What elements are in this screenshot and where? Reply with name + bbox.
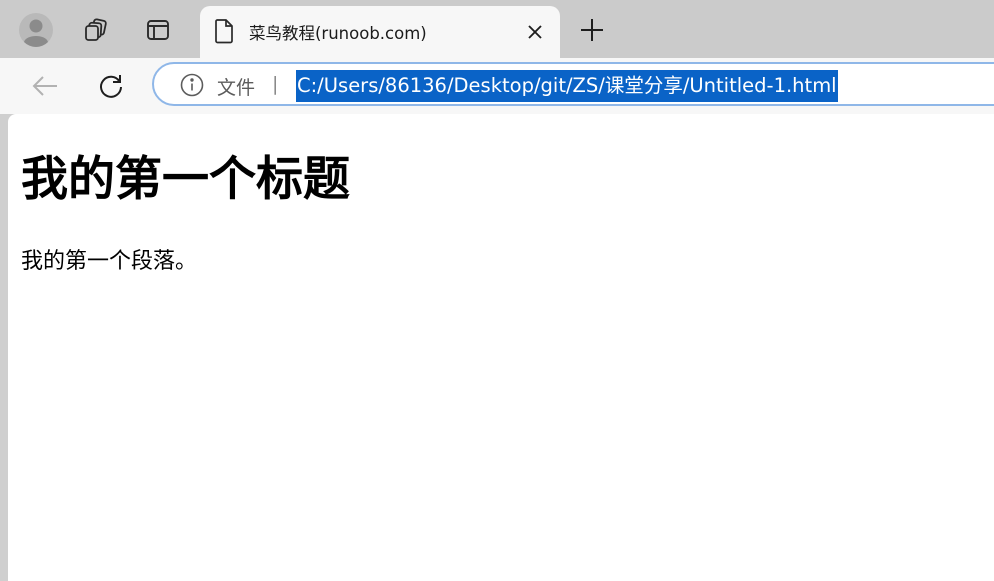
tab-actions-button[interactable]: [138, 10, 178, 50]
tab-title: 菜鸟教程(runoob.com): [249, 24, 427, 43]
page-heading: 我的第一个标题: [21, 152, 350, 207]
back-button[interactable]: [25, 66, 65, 106]
close-icon: [528, 25, 542, 39]
profile-avatar-icon: [19, 13, 53, 47]
workspaces-icon: [85, 18, 107, 41]
active-tab[interactable]: 菜鸟教程(runoob.com): [200, 6, 560, 58]
back-arrow-icon: [32, 76, 57, 96]
tab-strip: 菜鸟教程(runoob.com): [0, 0, 994, 58]
plus-icon: [581, 19, 603, 41]
address-separator: |: [272, 73, 279, 95]
site-security-label[interactable]: 文件: [217, 73, 255, 100]
address-bar[interactable]: 文件 | C:/Users/86136/Desktop/git/ZS/课堂分享/…: [152, 62, 994, 106]
workspaces-button[interactable]: [76, 10, 116, 50]
page-content: 我的第一个标题 我的第一个段落。: [8, 114, 994, 581]
new-tab-button[interactable]: [572, 10, 612, 50]
tab-actions-icon: [147, 20, 169, 40]
document-icon: [215, 19, 233, 44]
toolbar: 文件 | C:/Users/86136/Desktop/git/ZS/课堂分享/…: [0, 58, 994, 114]
url-text[interactable]: C:/Users/86136/Desktop/git/ZS/课堂分享/Untit…: [296, 70, 838, 102]
refresh-button[interactable]: [91, 66, 131, 106]
page-paragraph: 我的第一个段落。: [21, 249, 198, 274]
refresh-icon: [100, 75, 122, 98]
profile-avatar-button[interactable]: [16, 10, 56, 50]
tab-close-button[interactable]: [522, 19, 548, 45]
info-icon[interactable]: [180, 73, 204, 97]
